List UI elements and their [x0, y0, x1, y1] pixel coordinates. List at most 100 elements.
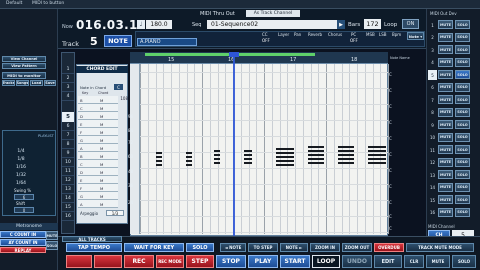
chord-row[interactable]: GM [78, 192, 118, 200]
note-in-chord-badge[interactable]: C [114, 84, 123, 90]
track-number-item[interactable]: 6 [62, 123, 74, 131]
track-mute-button[interactable]: MUTE [438, 170, 453, 179]
chord-row[interactable]: AM [78, 144, 118, 152]
track-number-item[interactable]: 13 [62, 186, 74, 194]
track-solo-button[interactable]: SOLO [455, 195, 470, 204]
quantize-item[interactable]: 1/64 [8, 180, 34, 187]
chord-row[interactable]: FM [78, 184, 118, 192]
note-event[interactable] [338, 162, 354, 164]
track-solo-button[interactable]: SOLO [455, 207, 470, 217]
bottom-solo-button[interactable]: SOLO [452, 255, 476, 268]
wait-for-key-button[interactable]: WAIT FOR KEY [124, 243, 184, 252]
left-mute-button[interactable]: MUTE [46, 231, 58, 240]
track-solo-button[interactable]: SOLO [455, 182, 470, 192]
track-number-item[interactable]: 10 [62, 159, 74, 167]
note-event[interactable] [368, 154, 386, 156]
right-track-number[interactable]: 2 [428, 33, 437, 43]
quantize-item[interactable]: 1/4 [8, 148, 34, 155]
load-button[interactable]: Load [30, 80, 43, 86]
shift-value[interactable]: 0 [14, 207, 34, 213]
bottom-mute-button[interactable]: MUTE [426, 255, 450, 268]
chord-row[interactable]: GM [78, 136, 118, 144]
track-mute-button[interactable]: MUTE [438, 70, 453, 79]
right-track-number[interactable]: 13 [428, 170, 437, 180]
note-event[interactable] [244, 158, 252, 160]
track-mute-button[interactable]: MUTE [438, 107, 453, 117]
chord-row[interactable]: DM [78, 112, 118, 120]
track-solo-button[interactable]: SOLO [455, 45, 470, 54]
track-solo-button[interactable]: SOLO [455, 32, 470, 42]
track-mute-button[interactable]: MUTE [438, 132, 453, 142]
sequence-name-field[interactable]: 01-Sequence02 [207, 20, 337, 29]
track-number-item[interactable]: 14 [62, 195, 74, 203]
chord-row[interactable]: EM [78, 176, 118, 184]
note-event[interactable] [276, 148, 294, 150]
right-track-number[interactable]: 7 [428, 95, 437, 105]
record-options-button[interactable] [94, 255, 122, 268]
swing-value[interactable]: 6 [14, 194, 34, 200]
right-track-number[interactable]: 16 [428, 208, 437, 218]
arpeggio-field[interactable]: 1/3 [106, 210, 124, 216]
note-event[interactable] [338, 146, 354, 148]
right-track-number-active[interactable]: 5 [428, 70, 437, 80]
chord-row[interactable]: FM [78, 128, 118, 136]
track-mute-button[interactable]: MUTE [438, 182, 453, 192]
track-solo-button[interactable]: SOLO [455, 107, 470, 117]
param-msb[interactable]: MSB [366, 32, 375, 37]
zoom-in-button[interactable]: ZOOM IN [310, 243, 340, 252]
next-sequence-icon[interactable]: ▶ [337, 20, 345, 29]
track-number-item[interactable]: 15 [62, 204, 74, 212]
overdub-button[interactable]: OVERDUB [374, 243, 404, 252]
zoom-out-button[interactable]: ZOOM OUT [342, 243, 372, 252]
quantize-item[interactable]: 1/32 [8, 172, 34, 179]
track-solo-button[interactable]: SOLO [455, 57, 470, 67]
track-mute-button[interactable]: MUTE [438, 32, 453, 42]
loop-toggle[interactable]: ON [402, 19, 419, 29]
chord-row[interactable]: EM [78, 120, 118, 128]
note-event[interactable] [186, 160, 192, 162]
note-event[interactable] [156, 164, 162, 166]
note-event[interactable] [368, 158, 386, 160]
right-track-number[interactable]: 8 [428, 108, 437, 118]
note-event[interactable] [368, 162, 386, 164]
note-event[interactable] [214, 154, 220, 156]
undo-button[interactable]: UNDO [342, 255, 372, 268]
start-button[interactable]: START [280, 255, 310, 268]
solo-button[interactable]: SOLO [186, 243, 214, 252]
quantize-item[interactable]: 1/16 [8, 164, 34, 171]
track-number-item[interactable]: 3 [62, 84, 74, 92]
note-event[interactable] [214, 162, 220, 164]
right-track-number[interactable]: 3 [428, 45, 437, 55]
note-event[interactable] [156, 156, 162, 158]
playhead[interactable] [233, 56, 235, 262]
track-number-item[interactable]: 11 [62, 168, 74, 176]
note-mode-button[interactable]: NOTE [104, 35, 132, 47]
param-layer[interactable]: Layer [278, 32, 289, 37]
param-chorus[interactable]: Chorus [328, 32, 342, 37]
track-number-item[interactable]: 1 [62, 66, 74, 74]
note-event[interactable] [308, 154, 324, 156]
note-event[interactable] [186, 152, 192, 154]
tracks-button[interactable]: Tracks [2, 80, 15, 86]
track-solo-button[interactable]: SOLO [455, 157, 470, 167]
param-lsb[interactable]: LSB [379, 32, 387, 37]
chord-row[interactable]: CM [78, 160, 118, 168]
track-mute-button[interactable]: MUTE [438, 120, 453, 129]
view-channel-button[interactable]: View Channel [2, 56, 46, 62]
track-number-item[interactable]: 9 [62, 150, 74, 158]
rec-button[interactable]: REC [124, 255, 154, 268]
to-step-button[interactable]: TO STEP [248, 243, 278, 252]
right-track-number[interactable]: 11 [428, 145, 437, 155]
track-solo-button[interactable]: SOLO [455, 20, 470, 29]
track-solo-button[interactable]: SOLO [455, 70, 470, 79]
track-number-item[interactable]: 12 [62, 177, 74, 185]
note-event[interactable] [186, 156, 192, 158]
note-event[interactable] [214, 158, 220, 160]
track-mute-button[interactable]: MUTE [438, 95, 453, 104]
chord-row[interactable]: BM [78, 152, 118, 160]
stop-button[interactable]: STOP [216, 255, 246, 268]
param-reverb[interactable]: Reverb [308, 32, 322, 37]
track-mute-button[interactable]: MUTE [438, 207, 453, 217]
right-track-number[interactable]: 14 [428, 183, 437, 193]
right-track-number[interactable]: 12 [428, 158, 437, 168]
